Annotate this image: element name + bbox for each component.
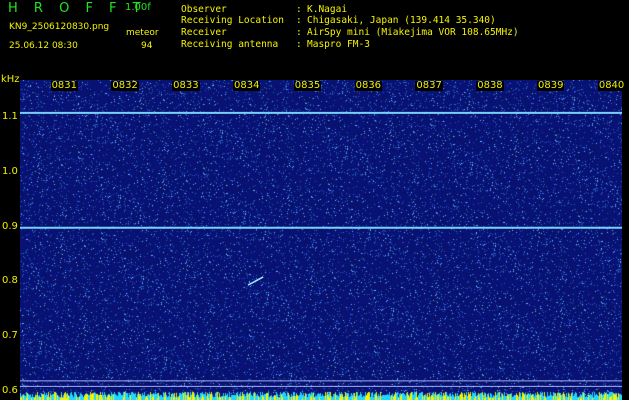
x-tick-label: 0840 — [597, 80, 626, 91]
antenna-colon: : — [296, 39, 302, 50]
y-axis-unit-label: kHz — [1, 74, 20, 85]
x-tick-label: 0833 — [172, 80, 200, 91]
antenna-value: Maspro FM-3 — [307, 39, 370, 50]
x-tick-label: 0831 — [50, 80, 79, 91]
receiver-colon: : — [296, 27, 302, 38]
location-value: Chigasaki, Japan (139.414 35.340) — [307, 15, 496, 26]
meteor-count: 94 — [141, 41, 153, 51]
x-tick-label: 0839 — [537, 80, 565, 91]
y-tick-label: 1.1 — [2, 111, 18, 123]
observer-label: Observer — [181, 4, 227, 15]
x-tick-label: 0836 — [354, 80, 383, 91]
observer-value: K.Nagai — [307, 4, 348, 15]
meteor-label: meteor — [126, 28, 159, 38]
y-tick-label: 0.6 — [2, 384, 18, 396]
x-tick-label: 0834 — [232, 80, 261, 91]
location-label: Receiving Location — [181, 15, 284, 26]
location-colon: : — [296, 15, 302, 26]
y-tick-label: 1.0 — [2, 165, 18, 177]
x-tick-label: 0832 — [111, 80, 139, 91]
y-tick-label: 0.8 — [2, 275, 18, 287]
x-tick-label: 0835 — [293, 80, 322, 91]
version-label: 1.00f — [125, 2, 151, 13]
spectrogram-canvas — [20, 80, 622, 400]
y-tick-label: 0.9 — [2, 220, 18, 232]
x-tick-label: 0837 — [415, 80, 443, 91]
x-tick-label: 0838 — [476, 80, 504, 91]
datetime-label: 25.06.12 08:30 — [9, 41, 78, 51]
y-tick-label: 0.7 — [2, 330, 18, 342]
observer-colon: : — [296, 4, 302, 15]
receiver-value: AirSpy mini (Miakejima VOR 108.65MHz) — [307, 27, 519, 38]
spectrogram — [20, 80, 622, 400]
antenna-label: Receiving antenna — [181, 39, 279, 50]
filename-label: KN9_2506120830.png — [9, 22, 110, 32]
hrofft-screen: H R O F F T 1.00f KN9_2506120830.png 25.… — [0, 0, 629, 400]
receiver-label: Receiver — [181, 27, 227, 38]
